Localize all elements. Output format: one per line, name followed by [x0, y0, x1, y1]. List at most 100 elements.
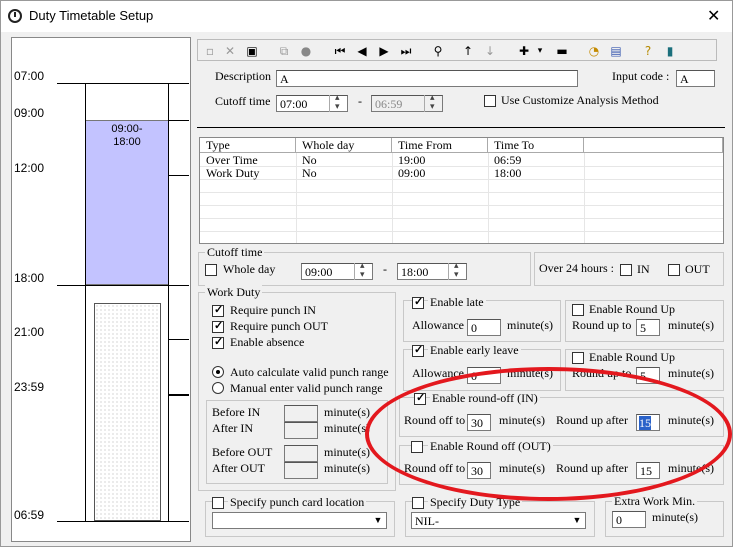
clock-icon	[8, 9, 22, 23]
delete-icon[interactable]: ✕	[222, 43, 238, 59]
before-out-field[interactable]	[284, 445, 318, 462]
timeline-tick	[169, 175, 189, 176]
before-out-label: Before OUT	[212, 445, 273, 459]
late-allowance-field[interactable]: 0	[467, 319, 501, 336]
punch-location-dropdown[interactable]: ▼	[212, 512, 387, 529]
down-icon[interactable]: ↓	[482, 43, 498, 59]
minutes-label: minute(s)	[324, 421, 370, 435]
before-in-label: Before IN	[212, 405, 261, 419]
early-allowance-field[interactable]: 0	[467, 367, 501, 384]
block-end: 18:00	[113, 136, 141, 148]
new-icon[interactable]: ▫	[202, 43, 218, 59]
over-24-out-checkbox[interactable]	[668, 264, 680, 276]
customize-analysis-label: Use Customize Analysis Method	[501, 93, 659, 107]
input-code-label: Input code :	[612, 69, 670, 83]
require-out-checkbox[interactable]	[212, 319, 224, 333]
record-icon[interactable]: ●	[298, 43, 314, 59]
table-cell: Work Duty	[206, 166, 260, 180]
up-icon[interactable]: ↑	[460, 43, 476, 59]
punch-location-checkbox[interactable]	[212, 497, 224, 509]
dropdown-icon[interactable]: ▾	[532, 43, 548, 59]
require-in-checkbox[interactable]	[212, 303, 224, 317]
next-icon[interactable]: ▶	[376, 43, 392, 59]
copy-icon[interactable]: ⧉	[276, 43, 292, 59]
timeline-tick	[169, 339, 189, 340]
window-title: Duty Timetable Setup	[29, 8, 154, 23]
enable-late-checkbox[interactable]	[412, 295, 424, 309]
duty-type-value: NIL-	[415, 514, 439, 528]
timeline-tick	[169, 120, 189, 121]
customize-analysis-checkbox[interactable]	[484, 95, 496, 107]
first-icon[interactable]: ⏮	[332, 43, 348, 59]
require-in-label: Require punch IN	[230, 303, 316, 317]
extra-work-field[interactable]: 0	[612, 511, 646, 528]
prev-icon[interactable]: ◀	[354, 43, 370, 59]
whole-day-label: Whole day	[223, 262, 276, 276]
round-off-out-checkbox[interactable]	[411, 441, 423, 453]
whole-day-checkbox[interactable]	[205, 264, 217, 276]
duty-table[interactable]: Type Whole day Time From Time To Over Ti…	[199, 137, 724, 244]
duty-type-label: Specify Duty Type	[428, 495, 523, 510]
column-header-type[interactable]: Type	[200, 138, 296, 153]
round-off-to-label: Round off to	[404, 461, 466, 475]
cutoff-to-spinner[interactable]	[424, 92, 442, 112]
after-in-field[interactable]	[284, 422, 318, 439]
input-code-field[interactable]: A	[676, 70, 715, 87]
round-off-out-label: Enable Round off (OUT)	[428, 439, 553, 454]
column-header-time-to[interactable]: Time To	[488, 138, 584, 153]
round-off-to-label: Round off to	[404, 413, 466, 427]
grid-line	[200, 205, 723, 206]
manual-range-label: Manual enter valid punch range	[230, 381, 383, 395]
before-in-field[interactable]	[284, 405, 318, 422]
find-icon[interactable]: ⚲	[430, 43, 446, 59]
round-off-out-field[interactable]: 30	[467, 462, 491, 479]
round-off-in-field[interactable]: 30	[467, 414, 491, 431]
early-round-up-label: Enable Round Up	[589, 350, 675, 364]
cutoff-sep: -	[358, 94, 362, 108]
column-header-time-from[interactable]: Time From	[392, 138, 488, 153]
round-up-after-out-field[interactable]: 15	[636, 462, 660, 479]
grid-line	[200, 192, 723, 193]
auto-calc-radio[interactable]	[212, 366, 224, 378]
add-icon[interactable]: ✚	[516, 43, 532, 59]
work-duty-block[interactable]: 09:00- 18:00	[86, 120, 168, 285]
cutoff-from-spinner[interactable]	[329, 92, 347, 112]
column-header-blank	[584, 138, 723, 153]
duty-type-checkbox[interactable]	[412, 497, 424, 509]
late-round-up-field[interactable]: 5	[636, 319, 660, 336]
minutes-label: minute(s)	[668, 461, 714, 475]
round-up-after-in-field[interactable]: 15	[636, 414, 660, 431]
early-round-up-field[interactable]: 5	[636, 367, 660, 384]
clock-icon[interactable]: ◔	[586, 43, 602, 59]
extra-work-title: Extra Work Min.	[612, 494, 698, 509]
header-divider	[197, 127, 725, 128]
duty-from-spinner[interactable]	[354, 260, 372, 280]
overtime-block[interactable]	[94, 303, 161, 521]
late-round-up-checkbox[interactable]	[572, 304, 584, 316]
properties-icon[interactable]: ▤	[608, 43, 624, 59]
time-label: 06:59	[14, 508, 45, 522]
timeline-tick	[57, 285, 189, 286]
require-out-label: Require punch OUT	[230, 319, 328, 333]
exit-icon[interactable]: ▮	[662, 43, 678, 59]
remove-icon[interactable]: ▬	[554, 43, 570, 59]
help-icon[interactable]: ?	[640, 43, 656, 59]
close-button[interactable]: ✕	[707, 6, 720, 26]
duty-type-dropdown[interactable]: NIL- ▼	[411, 512, 586, 529]
description-field[interactable]: A	[276, 70, 578, 87]
over-24-in-checkbox[interactable]	[620, 264, 632, 276]
last-icon[interactable]: ⏭	[398, 43, 414, 59]
column-header-whole-day[interactable]: Whole day	[296, 138, 392, 153]
round-off-in-checkbox[interactable]	[414, 391, 426, 405]
enable-absence-checkbox[interactable]	[212, 335, 224, 349]
save-icon[interactable]: ▣	[244, 43, 260, 59]
manual-range-radio[interactable]	[212, 382, 224, 394]
duty-to-spinner[interactable]	[448, 260, 466, 280]
time-label: 23:59	[14, 380, 45, 394]
timeline-tick	[169, 394, 189, 396]
early-round-up-checkbox[interactable]	[572, 352, 584, 364]
enable-early-leave-checkbox[interactable]	[412, 343, 424, 357]
grid-line	[200, 218, 723, 219]
after-out-field[interactable]	[284, 462, 318, 479]
timeline-tick	[57, 83, 189, 84]
